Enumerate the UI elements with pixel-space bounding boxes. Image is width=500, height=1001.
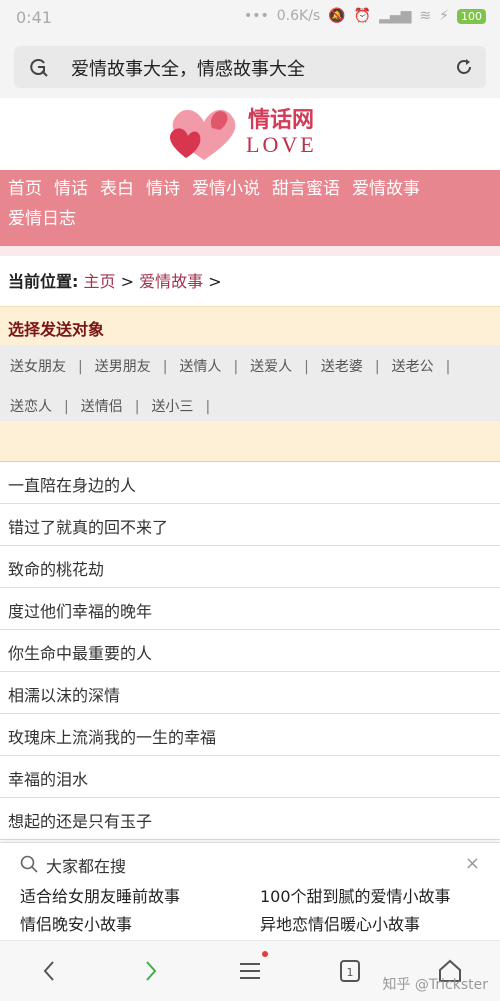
story-title-link[interactable]: 幸福的泪水 [8, 766, 88, 790]
status-time: 0:41 [16, 8, 52, 27]
list-item[interactable]: 相濡以沫的深情 [0, 672, 500, 714]
list-item[interactable]: 幸福的泪水 [0, 756, 500, 798]
breadcrumb: 当前位置: 主页 > 爱情故事 > [8, 268, 222, 292]
list-item[interactable]: 想起的还是只有玉子 [0, 798, 500, 840]
story-title-link[interactable]: 度过他们幸福的晚年 [8, 598, 152, 622]
site-name: 情话网 [248, 107, 315, 133]
more-dots-icon: ••• [243, 8, 269, 24]
back-icon[interactable] [36, 957, 64, 985]
notification-dot [262, 951, 268, 957]
list-item[interactable]: 错过了就真的回不来了 [0, 504, 500, 546]
target-tags: 送女朋友 | 送男朋友 | 送情人 | 送爱人 | 送老婆 | 送老公 | 送恋人 | 送情侣 | 送小三 | [10, 357, 496, 417]
status-indicators: ••• 0.6K/s 🔕 ⏰ ▂▄▆ ≋ ⚡ 100 [244, 8, 486, 24]
tag-separator: | [304, 359, 309, 375]
search-icon [20, 855, 38, 873]
list-item[interactable]: 一直陪在身边的人 [0, 462, 500, 504]
search-suggestion[interactable]: 适合给女朋友睡前故事 [20, 883, 180, 907]
target-tag[interactable]: 送男朋友 [95, 357, 151, 377]
nav-item[interactable]: 情话 [54, 178, 88, 200]
tabs-count: 1 [347, 966, 354, 979]
tag-separator: | [64, 399, 69, 415]
page-title[interactable]: 爱情故事大全，情感故事大全 [71, 55, 305, 81]
select-target-heading: 选择发送对象 [8, 320, 105, 339]
target-tag[interactable]: 送爱人 [250, 357, 292, 377]
tag-separator: | [162, 359, 168, 375]
wifi-icon: ≋ [419, 8, 432, 24]
tag-separator: | [233, 359, 239, 375]
list-item[interactable]: 你生命中最重要的人 [0, 630, 500, 672]
select-target-footer [0, 421, 500, 462]
site-tagline: LOVE [246, 132, 317, 157]
breadcrumb-current-link[interactable]: 爱情故事 [139, 272, 203, 291]
target-tag[interactable]: 送老婆 [321, 357, 363, 377]
menu-icon[interactable] [236, 957, 264, 985]
breadcrumb-separator: > [115, 272, 140, 291]
watermark-text: 知乎 @Trickster [382, 977, 488, 993]
search-suggestion[interactable]: 异地恋情侣暖心小故事 [260, 911, 420, 935]
story-title-link[interactable]: 玫瑰床上流淌我的一生的幸福 [8, 724, 216, 748]
close-icon[interactable]: × [465, 853, 480, 874]
hearts-logo-icon [170, 109, 236, 160]
mute-icon: 🔕 [328, 8, 346, 24]
tag-separator: | [205, 399, 211, 415]
breadcrumb-label: 当前位置: [8, 272, 79, 291]
nav-item[interactable]: 情诗 [146, 178, 180, 200]
select-target-header: 选择发送对象 [0, 306, 500, 346]
browser-address-bar: 爱情故事大全，情感故事大全 [0, 36, 500, 98]
breadcrumb-home-link[interactable]: 主页 [84, 272, 116, 291]
popup-title: 大家都在搜 [46, 857, 127, 876]
list-item[interactable]: 度过他们幸福的晚年 [0, 588, 500, 630]
nav-item[interactable]: 表白 [100, 178, 134, 200]
site-logo[interactable]: 情话网 LOVE [0, 98, 500, 170]
search-engine-icon[interactable] [28, 57, 48, 77]
nav-item[interactable]: 爱情故事 [352, 178, 420, 200]
reload-icon[interactable] [454, 57, 474, 77]
target-tag[interactable]: 送恋人 [10, 397, 52, 417]
list-item[interactable]: 玫瑰床上流淌我的一生的幸福 [0, 714, 500, 756]
tag-separator: | [78, 359, 83, 375]
nav-item[interactable]: 甜言蜜语 [272, 178, 340, 200]
status-bar: 0:41 ••• 0.6K/s 🔕 ⏰ ▂▄▆ ≋ ⚡ 100 [0, 0, 500, 36]
signal-icon: ▂▄▆ [379, 8, 412, 24]
story-title-link[interactable]: 你生命中最重要的人 [8, 640, 152, 664]
target-tag[interactable]: 送情侣 [81, 397, 123, 417]
story-title-link[interactable]: 致命的桃花劫 [8, 556, 104, 580]
tag-separator: | [134, 399, 140, 415]
tag-separator: | [445, 359, 451, 375]
nav-item[interactable]: 爱情日志 [8, 208, 76, 230]
nav-item[interactable]: 爱情小说 [192, 178, 260, 200]
target-tag[interactable]: 送情人 [179, 357, 221, 377]
story-title-link[interactable]: 一直陪在身边的人 [8, 472, 136, 496]
nav-item[interactable]: 首页 [8, 178, 42, 200]
battery-indicator: 100 [457, 8, 486, 24]
target-tag[interactable]: 送女朋友 [10, 357, 66, 377]
main-nav: 首页 情话 表白 情诗 爱情小说 甜言蜜语 爱情故事爱情日志 [0, 170, 500, 246]
story-title-link[interactable]: 错过了就真的回不来了 [8, 514, 168, 538]
tag-separator: | [374, 359, 380, 375]
alarm-icon: ⏰ [353, 8, 372, 24]
list-item[interactable]: 致命的桃花劫 [0, 546, 500, 588]
select-target-panel: 送女朋友 | 送男朋友 | 送情人 | 送爱人 | 送老婆 | 送老公 | 送恋人 | 送情侣 | 送小三 | [0, 345, 500, 421]
search-suggestion[interactable]: 100个甜到腻的爱情小故事 [260, 883, 451, 907]
search-suggestion[interactable]: 情侣晚安小故事 [20, 911, 132, 935]
url-field[interactable]: 爱情故事大全，情感故事大全 [14, 46, 486, 88]
nav-divider [0, 246, 500, 256]
breadcrumb-separator: > [203, 272, 222, 291]
network-speed: 0.6K/s [276, 8, 321, 24]
story-title-link[interactable]: 想起的还是只有玉子 [8, 808, 152, 832]
story-title-link[interactable]: 相濡以沫的深情 [8, 682, 120, 706]
nav-items: 首页 情话 表白 情诗 爱情小说 甜言蜜语 爱情故事爱情日志 [8, 178, 496, 230]
target-tag[interactable]: 送小三 [151, 397, 193, 417]
forward-icon[interactable] [136, 957, 164, 985]
charging-icon: ⚡ [439, 8, 449, 24]
tabs-icon[interactable]: 1 [336, 957, 364, 985]
story-list: 一直陪在身边的人错过了就真的回不来了 致命的桃花劫度过他们幸福的晚年 你生命中最重要… [0, 462, 500, 840]
target-tag[interactable]: 送老公 [392, 357, 434, 377]
trending-search-popup: 大家都在搜 × 适合给女朋友睡前故事 100个甜到腻的爱情小故事 情侣晚安小故事… [0, 842, 500, 941]
